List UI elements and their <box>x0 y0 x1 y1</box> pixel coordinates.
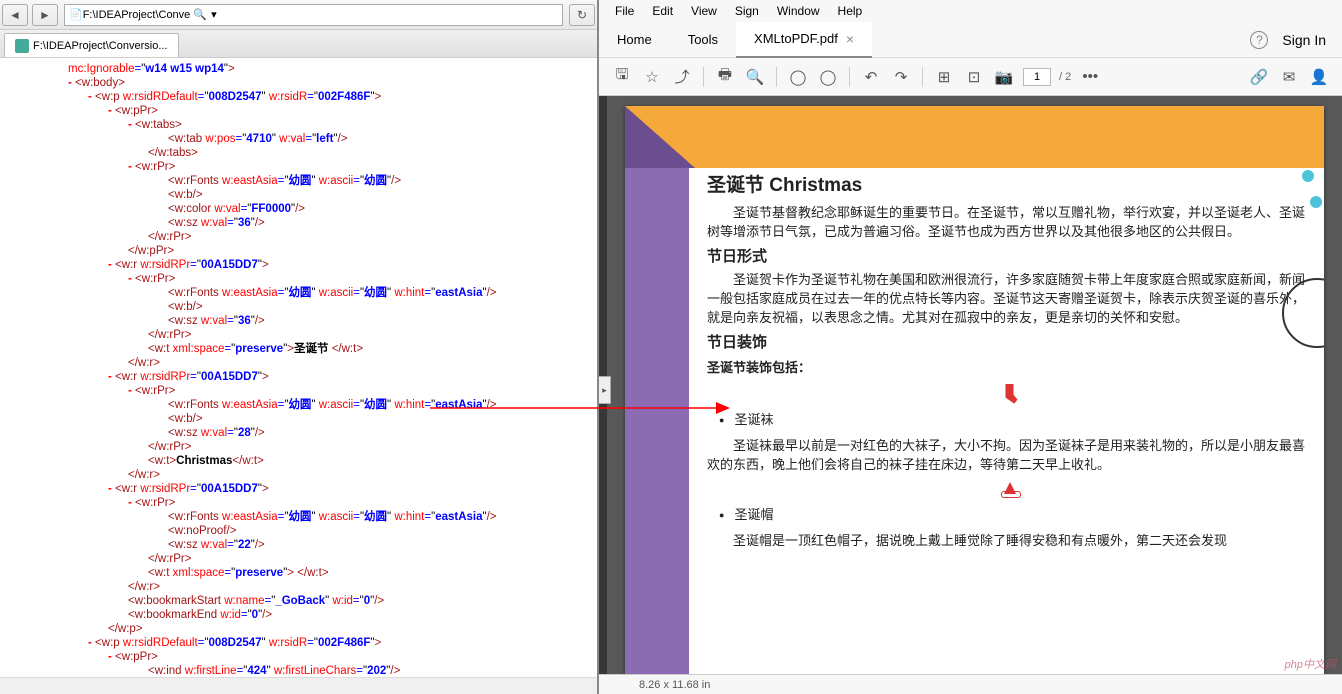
pdf-toolbar: 🖫 ☆ ⤴ 🖶 🔍 ◯ ◯ ↶ ↷ ⊞ ⊡ 📷 / 2 ••• 🔗 ✉ 👤 <box>599 58 1342 96</box>
doc-heading: 节日装饰 <box>707 333 1308 352</box>
bullet-item: 圣诞帽 <box>707 505 1308 525</box>
pdf-menubar: File Edit View Sign Window Help <box>599 0 1342 22</box>
refresh-button[interactable]: ↻ <box>569 4 595 26</box>
nav-forward-button[interactable]: ► <box>32 4 58 26</box>
tab-tools[interactable]: Tools <box>670 22 736 58</box>
pdf-tab-bar: Home Tools XMLtoPDF.pdf × ? Sign In <box>599 22 1342 58</box>
help-icon[interactable]: ? <box>1250 31 1268 49</box>
pdf-viewport: ▸ 圣诞节 Christmas 圣诞节基督教纪念耶稣诞生的重要节日。在圣诞节，常… <box>599 96 1342 674</box>
tab-title: F:\IDEAProject\Conversio... <box>33 40 168 52</box>
decorative-dot <box>1302 170 1314 182</box>
tab-document[interactable]: XMLtoPDF.pdf × <box>736 22 872 58</box>
menu-sign[interactable]: Sign <box>727 4 767 18</box>
pdf-statusbar: 8.26 x 11.68 in <box>599 674 1342 694</box>
doc-paragraph: 圣诞节基督教纪念耶稣诞生的重要节日。在圣诞节，常以互赠礼物，举行欢宴，并以圣诞老… <box>707 203 1308 241</box>
doc-subheading: 圣诞节装饰包括： <box>707 358 1308 377</box>
snapshot-icon[interactable]: 📷 <box>993 66 1015 88</box>
tab-document-label: XMLtoPDF.pdf <box>754 31 838 46</box>
page-total: / 2 <box>1059 71 1071 83</box>
address-bar[interactable]: 📄 F:\IDEAProject\Conve 🔍 ▾ <box>64 4 563 26</box>
ie-header: ◄ ► 📄 F:\IDEAProject\Conve 🔍 ▾ ↻ <box>0 0 597 30</box>
horizontal-scrollbar[interactable] <box>0 677 597 694</box>
close-icon[interactable]: × <box>846 31 854 47</box>
fit-width-icon[interactable]: ⊞ <box>933 66 955 88</box>
search-icon[interactable]: 🔍 <box>744 66 766 88</box>
menu-help[interactable]: Help <box>830 4 871 18</box>
xml-source-view[interactable]: mc:Ignorable="w14 w15 wp14"> - <w:body> … <box>0 58 597 677</box>
ie-favicon-icon <box>15 39 29 53</box>
page-number-input[interactable] <box>1023 68 1051 86</box>
redo-icon[interactable]: ↷ <box>890 66 912 88</box>
santa-hat-icon <box>1001 482 1019 498</box>
menu-file[interactable]: File <box>607 4 642 18</box>
menu-edit[interactable]: Edit <box>644 4 681 18</box>
prev-page-icon[interactable]: ◯ <box>787 66 809 88</box>
watermark: php中文网 <box>1285 656 1336 672</box>
signin-link[interactable]: Sign In <box>1282 32 1326 48</box>
header-actions: ? Sign In <box>1250 31 1342 49</box>
doc-paragraph: 圣诞贺卡作为圣诞节礼物在美国和欧洲很流行，许多家庭随贺卡带上年度家庭合照或家庭新… <box>707 270 1308 327</box>
doc-heading: 节日形式 <box>707 247 1308 266</box>
search-icon: 🔍 <box>193 8 207 21</box>
page-decorative-sidebar <box>625 168 689 674</box>
ie-tab-bar: F:\IDEAProject\Conversio... <box>0 30 597 58</box>
ie-browser-pane: ◄ ► 📄 F:\IDEAProject\Conve 🔍 ▾ ↻ F:\IDEA… <box>0 0 599 694</box>
pdf-reader-pane: File Edit View Sign Window Help Home Too… <box>599 0 1342 694</box>
doc-paragraph: 圣诞袜最早以前是一对红色的大袜子，大小不拘。因为圣诞袜子是用来装礼物的，所以是小… <box>707 436 1308 474</box>
more-icon[interactable]: ••• <box>1079 66 1101 88</box>
folder-icon: 📄 <box>69 8 83 21</box>
page-decorative-header <box>625 106 1324 168</box>
ie-tab-active[interactable]: F:\IDEAProject\Conversio... <box>4 33 179 57</box>
bullet-item: 圣诞袜 <box>707 410 1308 430</box>
menu-view[interactable]: View <box>683 4 725 18</box>
decorative-dot <box>1310 196 1322 208</box>
next-page-icon[interactable]: ◯ <box>817 66 839 88</box>
menu-window[interactable]: Window <box>769 4 828 18</box>
tab-home[interactable]: Home <box>599 22 670 58</box>
save-icon[interactable]: 🖫 <box>611 66 633 88</box>
doc-title: 圣诞节 Christmas <box>707 176 1308 195</box>
pdf-page[interactable]: 圣诞节 Christmas 圣诞节基督教纪念耶稣诞生的重要节日。在圣诞节，常以互… <box>625 106 1324 674</box>
email-icon[interactable]: ✉ <box>1278 66 1300 88</box>
doc-paragraph: 圣诞帽是一顶红色帽子，据说晚上戴上睡觉除了睡得安稳和有点暖外，第二天还会发现 <box>707 531 1308 550</box>
nav-back-button[interactable]: ◄ <box>2 4 28 26</box>
sock-icon <box>1002 384 1018 404</box>
print-icon[interactable]: 🖶 <box>714 66 736 88</box>
undo-icon[interactable]: ↶ <box>860 66 882 88</box>
upload-icon[interactable]: ⤴ <box>671 66 693 88</box>
expand-sidebar-button[interactable]: ▸ <box>599 376 611 404</box>
star-icon[interactable]: ☆ <box>641 66 663 88</box>
page-dimensions: 8.26 x 11.68 in <box>639 679 710 691</box>
address-text: F:\IDEAProject\Conve <box>83 9 191 21</box>
page-content: 圣诞节 Christmas 圣诞节基督教纪念耶稣诞生的重要节日。在圣诞节，常以互… <box>689 168 1324 674</box>
link-icon[interactable]: 🔗 <box>1248 66 1270 88</box>
account-icon[interactable]: 👤 <box>1308 66 1330 88</box>
fit-page-icon[interactable]: ⊡ <box>963 66 985 88</box>
